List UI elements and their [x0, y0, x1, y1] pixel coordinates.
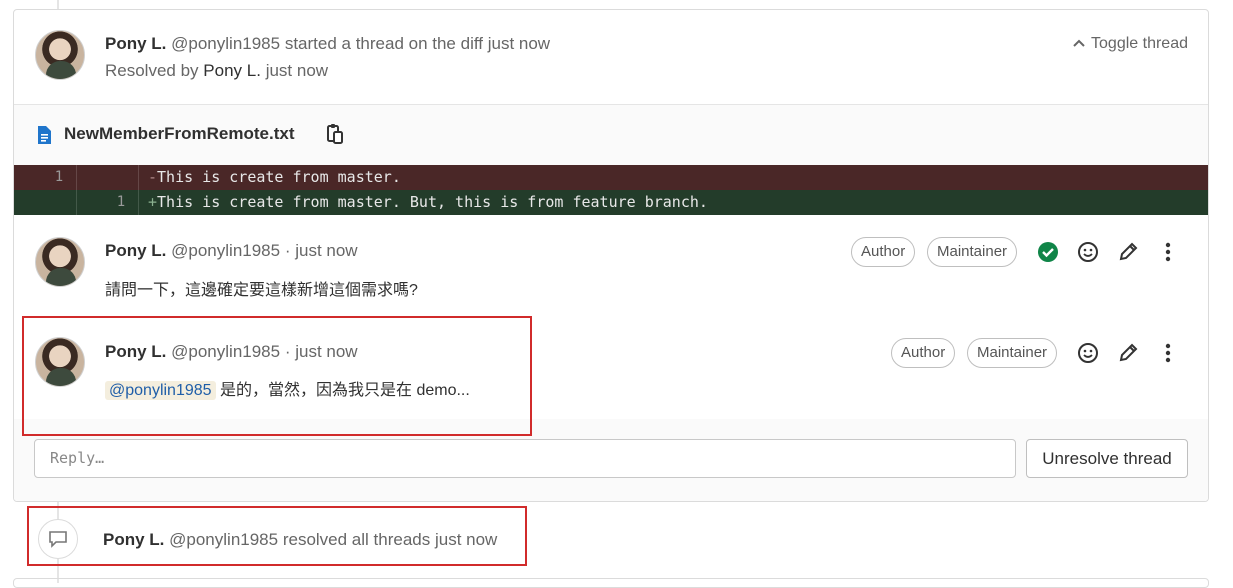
maintainer-badge: Maintainer — [927, 237, 1018, 267]
more-actions-icon[interactable] — [1157, 241, 1179, 263]
author-badge: Author — [891, 338, 956, 368]
diff-code: +This is create from master. But, this i… — [148, 190, 708, 215]
add-reaction-icon[interactable] — [1077, 241, 1099, 263]
author-handle[interactable]: @ponylin1985 — [171, 34, 280, 53]
maintainer-badge: Maintainer — [967, 338, 1058, 368]
new-line-number[interactable] — [90, 165, 152, 190]
divider — [76, 165, 77, 190]
diff-sign: + — [148, 193, 158, 211]
author-handle[interactable]: @ponylin1985 — [171, 241, 280, 260]
edit-pencil-icon[interactable] — [1117, 342, 1139, 364]
copy-to-clipboard-icon[interactable] — [326, 123, 344, 150]
resolved-by-name[interactable]: Pony L. — [203, 61, 261, 80]
divider — [138, 165, 139, 190]
avatar[interactable] — [35, 237, 85, 287]
author-name[interactable]: Pony L. — [105, 241, 166, 260]
divider — [76, 190, 77, 215]
resolved-status: Resolved by Pony L. just now — [105, 61, 328, 81]
highlight-box — [22, 316, 532, 436]
diff-line-added: 1 +This is create from master. But, this… — [14, 190, 1208, 215]
diff-text: This is create from master. — [157, 168, 401, 186]
unresolve-thread-button[interactable]: Unresolve thread — [1026, 439, 1188, 478]
file-header: NewMemberFromRemote.txt — [14, 104, 1208, 165]
note-body: 請問一下，這邊確定要這樣新增這個需求嗎? — [105, 282, 418, 299]
file-text-icon — [36, 125, 52, 150]
more-actions-icon[interactable] — [1157, 342, 1179, 364]
note-time[interactable]: · just now — [285, 241, 358, 260]
old-line-number[interactable]: 1 — [28, 165, 90, 190]
toggle-thread-button[interactable]: Toggle thread — [1073, 35, 1188, 53]
thread-action-text: started a thread on the diff just now — [284, 34, 551, 53]
new-line-number[interactable]: 1 — [90, 190, 152, 215]
note: Pony L. @ponylin1985 · just now 請問一下，這邊確… — [14, 215, 1208, 310]
file-name[interactable]: NewMemberFromRemote.txt — [64, 124, 295, 144]
add-reaction-icon[interactable] — [1077, 342, 1099, 364]
next-card-edge — [13, 578, 1209, 588]
divider — [138, 190, 139, 215]
diff-line-removed: 1 -This is create from master. — [14, 165, 1208, 190]
reply-input[interactable]: Reply… — [34, 439, 1016, 478]
diff-code: -This is create from master. — [148, 165, 401, 190]
resolved-check-icon[interactable] — [1037, 241, 1059, 263]
old-line-number[interactable] — [28, 190, 90, 215]
toggle-thread-label: Toggle thread — [1091, 35, 1188, 52]
diff-sign: - — [148, 168, 158, 186]
resolved-time: just now — [265, 61, 329, 80]
resolved-prefix: Resolved by — [105, 61, 199, 80]
author-badge: Author — [851, 237, 916, 267]
edit-pencil-icon[interactable] — [1117, 241, 1139, 263]
avatar[interactable] — [35, 30, 85, 80]
author-name[interactable]: Pony L. — [105, 34, 166, 53]
diff-text: This is create from master. But, this is… — [157, 193, 708, 211]
thread-header: Pony L. @ponylin1985 started a thread on… — [105, 34, 550, 54]
chevron-up-icon — [1073, 35, 1085, 53]
highlight-box — [27, 506, 527, 566]
note-header: Pony L. @ponylin1985 · just now — [105, 241, 358, 261]
